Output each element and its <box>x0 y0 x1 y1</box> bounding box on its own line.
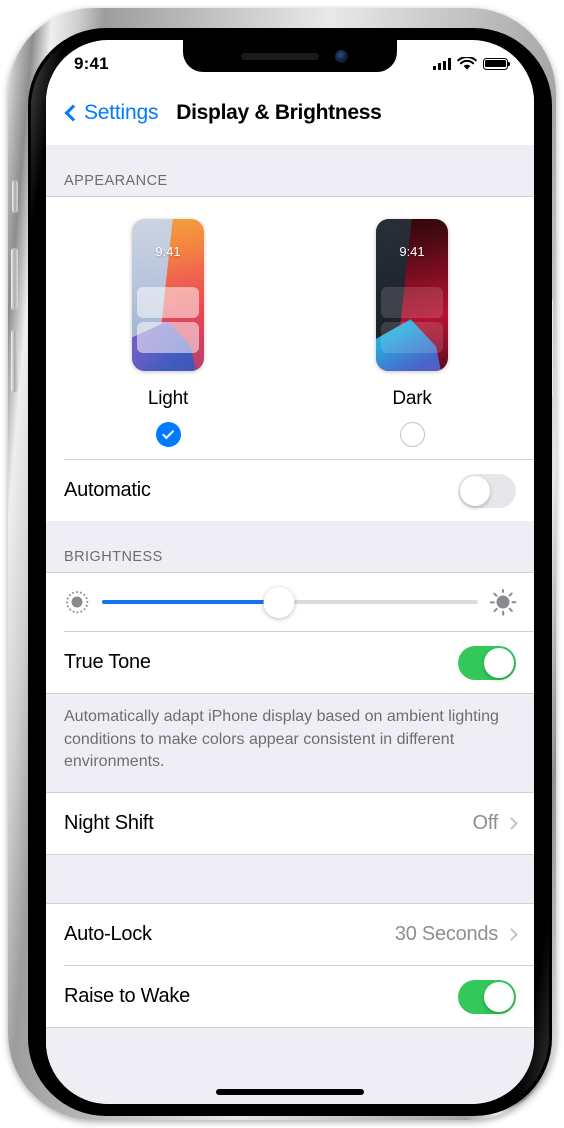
screenshot-root: 9:41 Settings Display & Brightness APPEA… <box>0 0 564 1128</box>
chevron-right-icon <box>505 817 518 831</box>
auto-lock-value: 30 Seconds <box>394 923 498 946</box>
home-indicator[interactable] <box>216 1089 364 1095</box>
night-shift-label: Night Shift <box>64 812 154 835</box>
row-auto-lock[interactable]: Auto-Lock 30 Seconds <box>46 904 534 966</box>
slider-fill <box>102 599 279 605</box>
checkmark-icon <box>161 426 174 439</box>
automatic-label: Automatic <box>64 479 151 501</box>
appearance-section-header: APPEARANCE <box>64 173 168 189</box>
row-raise-to-wake[interactable]: Raise to Wake <box>46 966 534 1028</box>
row-night-shift[interactable]: Night Shift Off <box>46 793 534 855</box>
chevron-left-icon <box>64 104 82 121</box>
auto-lock-label: Auto-Lock <box>64 923 152 946</box>
preview-widget <box>137 287 199 318</box>
phone-screen: 9:41 Settings Display & Brightness APPEA… <box>46 40 534 1104</box>
night-shift-value: Off <box>472 812 498 835</box>
light-mode-preview-thumbnail[interactable]: 9:41 <box>132 219 204 371</box>
wifi-icon <box>457 56 477 70</box>
true-tone-footer-description: Automatically adapt iPhone display based… <box>64 708 499 771</box>
brightness-slider[interactable] <box>102 586 478 618</box>
sun-small-icon <box>64 589 90 615</box>
phone-body: 9:41 Settings Display & Brightness APPEA… <box>8 8 556 1120</box>
brightness-section-header: BRIGHTNESS <box>64 549 163 565</box>
chevron-right-icon <box>505 928 518 942</box>
raise-to-wake-label: Raise to Wake <box>64 985 191 1008</box>
preview-time-light: 9:41 <box>155 244 181 259</box>
dark-option-label: Dark <box>392 388 432 409</box>
settings-scroll-content[interactable]: APPEARANCE 9:41 Light 9:41 Dark Automati… <box>46 145 534 1104</box>
sun-large-icon <box>489 588 517 616</box>
volume-up-button[interactable] <box>11 248 18 310</box>
battery-full-icon <box>483 57 511 70</box>
preview-widget <box>381 322 443 353</box>
dark-radio-unselected[interactable] <box>399 422 425 447</box>
row-brightness-slider[interactable] <box>46 573 534 631</box>
mute-switch-button[interactable] <box>12 180 18 213</box>
front-camera-icon <box>335 50 348 63</box>
row-automatic[interactable]: Automatic <box>46 460 534 521</box>
appearance-options: 9:41 Light 9:41 Dark <box>46 197 534 459</box>
page-title: Display & Brightness <box>176 100 382 124</box>
appearance-card: 9:41 Light 9:41 Dark Automatic <box>46 196 534 521</box>
appearance-option-dark[interactable]: 9:41 Dark <box>290 219 534 447</box>
volume-down-button[interactable] <box>11 330 18 392</box>
toggle-knob <box>484 647 514 678</box>
back-to-settings-button[interactable]: Settings <box>64 101 158 125</box>
display-notch <box>183 40 397 72</box>
lock-card: Auto-Lock 30 Seconds Raise to Wake <box>46 903 534 1029</box>
cellular-signal-icon <box>433 57 451 70</box>
appearance-option-light[interactable]: 9:41 Light <box>46 219 290 447</box>
preview-time-dark: 9:41 <box>399 244 425 259</box>
preview-widget <box>381 287 443 318</box>
row-true-tone[interactable]: True Tone <box>46 632 534 693</box>
brightness-card: True Tone <box>46 572 534 694</box>
slider-knob[interactable] <box>263 586 295 618</box>
auto-lock-value-group: 30 Seconds <box>394 923 518 946</box>
true-tone-label: True Tone <box>64 651 151 673</box>
night-shift-value-group: Off <box>472 812 518 835</box>
earpiece-speaker-icon <box>241 53 319 60</box>
toggle-knob <box>460 475 490 506</box>
light-radio-selected[interactable] <box>155 422 181 447</box>
back-button-label: Settings <box>84 100 159 124</box>
true-tone-toggle[interactable] <box>458 645 516 680</box>
status-bar-indicators <box>433 56 511 71</box>
navigation-bar: Settings Display & Brightness <box>46 80 534 145</box>
night-shift-card: Night Shift Off <box>46 792 534 856</box>
dark-mode-preview-thumbnail[interactable]: 9:41 <box>376 219 448 371</box>
preview-widget <box>137 322 199 353</box>
light-option-label: Light <box>147 388 189 409</box>
toggle-knob <box>484 981 514 1012</box>
automatic-toggle[interactable] <box>458 473 516 508</box>
section-gap <box>46 855 534 904</box>
raise-to-wake-toggle[interactable] <box>458 979 516 1014</box>
status-bar-time: 9:41 <box>74 53 109 73</box>
divider <box>46 1027 534 1029</box>
